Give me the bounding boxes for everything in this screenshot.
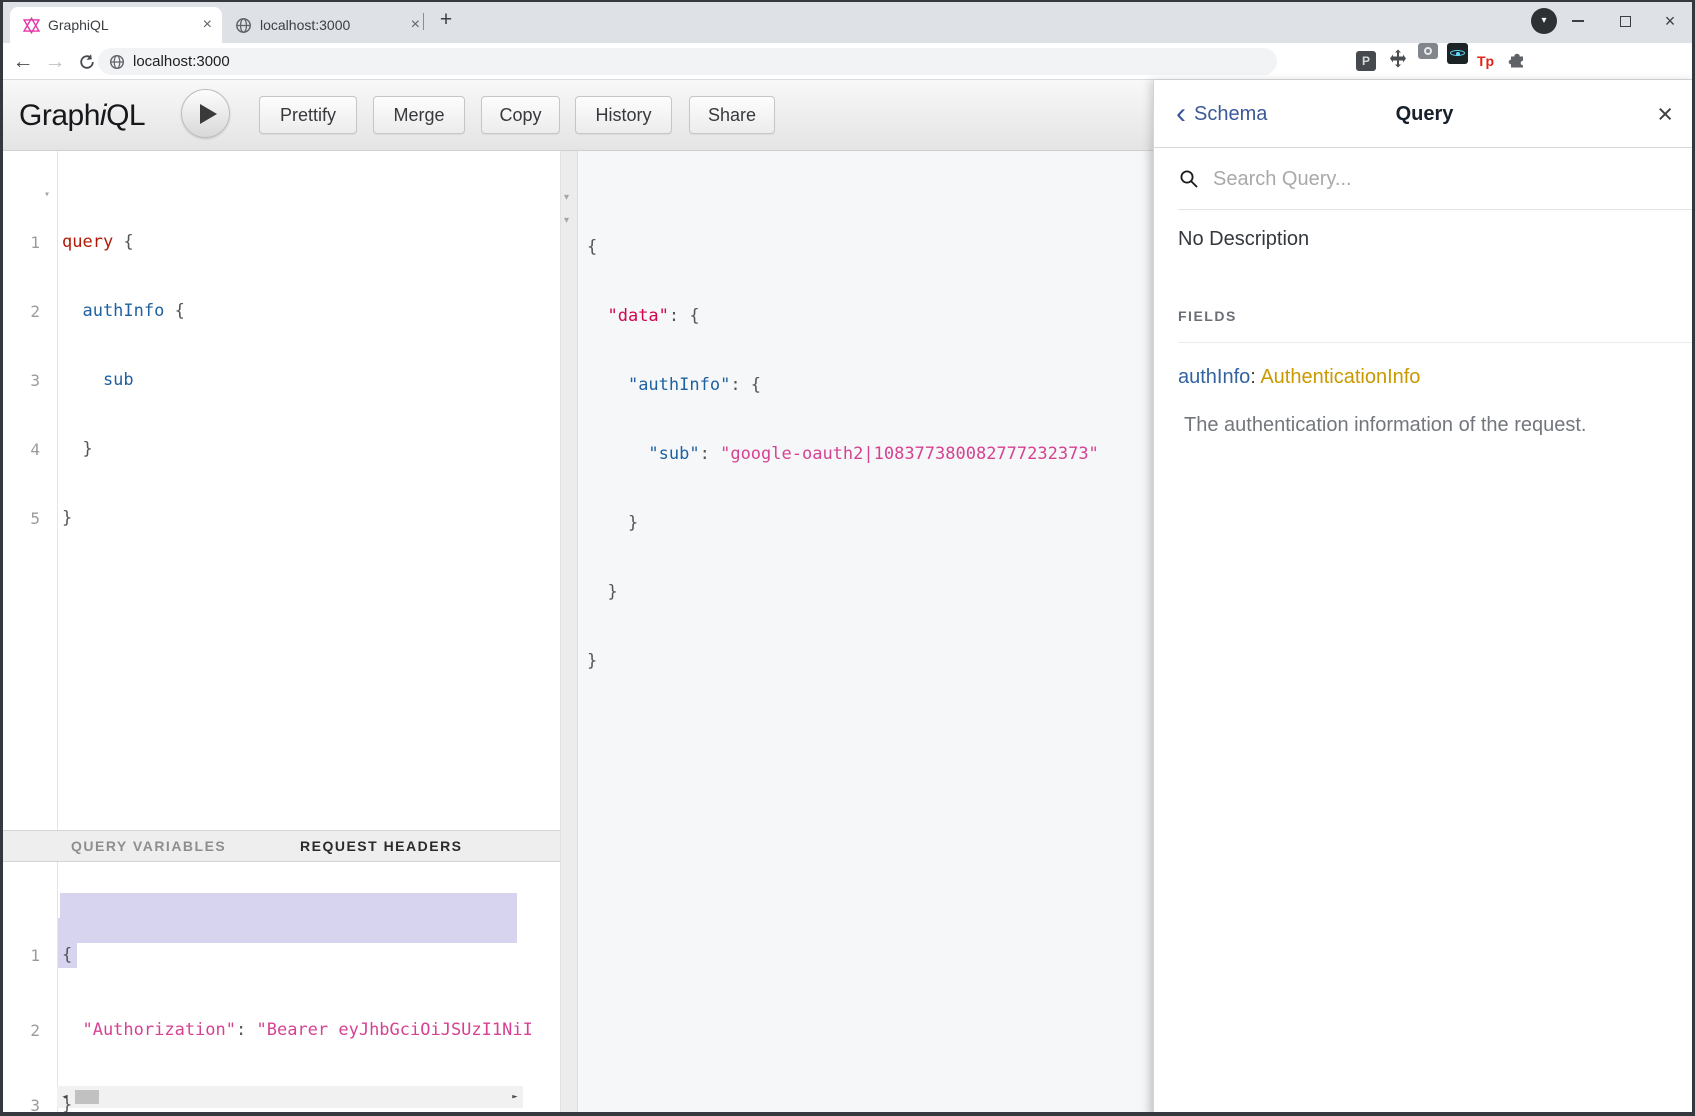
maximize-button[interactable] bbox=[1603, 0, 1647, 42]
line-numbers: 1 2 3 bbox=[0, 862, 57, 1116]
query-code[interactable]: query { authInfo { sub } } bbox=[62, 185, 185, 576]
back-button[interactable]: ← bbox=[8, 43, 38, 80]
window-frame-bottom bbox=[0, 1112, 1695, 1116]
result-json: { "data": { "authInfo": { "sub": "google… bbox=[587, 190, 1099, 719]
field-type-link[interactable]: AuthenticationInfo bbox=[1260, 366, 1420, 388]
field-name-link[interactable]: authInfo bbox=[1178, 366, 1250, 388]
globe-icon bbox=[235, 17, 252, 34]
tab-close-icon[interactable]: × bbox=[411, 17, 420, 33]
reload-icon bbox=[78, 53, 96, 71]
line-numbers: 1 2 3 4 5 bbox=[0, 151, 57, 576]
window-frame-top bbox=[0, 0, 1695, 2]
prettify-button[interactable]: Prettify bbox=[259, 96, 357, 134]
doc-no-description: No Description bbox=[1178, 228, 1309, 251]
tp-extension-icon[interactable]: Tp bbox=[1477, 53, 1494, 69]
window-frame-left bbox=[0, 0, 3, 1116]
tab-query-variables[interactable]: QUERY VARIABLES bbox=[71, 831, 226, 861]
tab-title: localhost:3000 bbox=[260, 17, 401, 33]
close-icon: × bbox=[1665, 12, 1676, 30]
url-text: localhost:3000 bbox=[133, 53, 230, 70]
browser-window: GraphiQL × localhost:3000 × + ▾ × ← → bbox=[0, 0, 1695, 1116]
doc-close-button[interactable]: × bbox=[1657, 80, 1673, 148]
tab-graphiql[interactable]: GraphiQL × bbox=[10, 7, 222, 43]
move-icon bbox=[1388, 49, 1408, 69]
doc-explorer: ‹ Schema Query × No Description FIELDS a… bbox=[1153, 80, 1695, 1116]
fold-arrow-icon[interactable]: ▾ bbox=[564, 192, 569, 203]
graphql-logo-icon bbox=[23, 17, 40, 34]
doc-field-description: The authentication information of the re… bbox=[1184, 414, 1586, 437]
close-button[interactable]: × bbox=[1648, 0, 1692, 42]
doc-explorer-header: ‹ Schema Query × bbox=[1154, 80, 1695, 148]
copy-button[interactable]: Copy bbox=[481, 96, 560, 134]
tab-close-icon[interactable]: × bbox=[203, 17, 212, 33]
pane-resize-divider[interactable]: ▾ ▾ bbox=[560, 151, 578, 1116]
request-headers-editor[interactable]: 1 2 3 { "Authorization": "Bearer eyJhbGc… bbox=[0, 862, 560, 1116]
screenshot-extension-icon[interactable] bbox=[1418, 43, 1438, 59]
tab-search-button[interactable]: ▾ bbox=[1531, 8, 1557, 34]
result-viewer[interactable]: { "data": { "authInfo": { "sub": "google… bbox=[578, 151, 1153, 1116]
tab-localhost[interactable]: localhost:3000 × bbox=[222, 7, 430, 43]
tab-divider bbox=[423, 13, 424, 30]
tab-strip: GraphiQL × localhost:3000 × + ▾ × bbox=[0, 0, 1695, 43]
gutter-divider bbox=[57, 151, 58, 830]
merge-button[interactable]: Merge bbox=[373, 96, 465, 134]
doc-fields-heading: FIELDS bbox=[1178, 308, 1237, 324]
react-devtools-extension-icon[interactable] bbox=[1447, 43, 1468, 64]
doc-search-input[interactable] bbox=[1211, 162, 1631, 196]
atom-core-icon bbox=[1456, 52, 1460, 56]
query-editor[interactable]: 1 2 3 4 5 ▾ query { authInfo { sub } } bbox=[0, 151, 560, 830]
share-button[interactable]: Share bbox=[689, 96, 775, 134]
tab-title: GraphiQL bbox=[48, 17, 193, 33]
extensions-puzzle-icon[interactable] bbox=[1507, 49, 1527, 74]
fold-arrow-icon[interactable]: ▾ bbox=[44, 189, 50, 200]
address-bar[interactable]: localhost:3000 bbox=[98, 48, 1277, 75]
field-separator: : bbox=[1250, 366, 1260, 388]
forward-button[interactable]: → bbox=[40, 43, 70, 80]
tab-request-headers[interactable]: REQUEST HEADERS bbox=[300, 831, 463, 861]
logo-text: Graph bbox=[19, 99, 100, 133]
puzzle-icon bbox=[1507, 49, 1527, 69]
p-extension-icon[interactable]: P bbox=[1356, 51, 1376, 71]
graphiql-logo: GraphiQL bbox=[19, 80, 145, 151]
execute-query-button[interactable] bbox=[181, 89, 230, 138]
graphiql-app: GraphiQL Prettify Merge Copy History Sha… bbox=[0, 80, 1695, 1116]
editor-column: 1 2 3 4 5 ▾ query { authInfo { sub } } bbox=[0, 151, 560, 1116]
play-icon bbox=[200, 104, 217, 124]
doc-field-row: authInfo: AuthenticationInfo bbox=[1178, 366, 1420, 389]
minimize-button[interactable] bbox=[1556, 0, 1600, 42]
maximize-icon bbox=[1620, 16, 1631, 27]
logo-text: QL bbox=[106, 99, 145, 133]
minimize-icon bbox=[1572, 20, 1584, 22]
camera-lens-icon bbox=[1424, 47, 1432, 55]
secondary-editor-tabs: QUERY VARIABLES REQUEST HEADERS bbox=[0, 830, 560, 862]
history-button[interactable]: History bbox=[575, 96, 672, 134]
text-selection bbox=[60, 893, 517, 918]
fields-divider bbox=[1178, 342, 1695, 343]
globe-icon bbox=[109, 54, 125, 70]
move-tool-extension-icon[interactable] bbox=[1388, 49, 1408, 74]
text-selection bbox=[58, 918, 517, 943]
doc-title: Query bbox=[1154, 80, 1695, 148]
fold-arrow-icon[interactable]: ▾ bbox=[564, 215, 569, 226]
browser-toolbar: ← → localhost:3000 P Tp bbox=[0, 43, 1695, 80]
doc-search bbox=[1154, 148, 1695, 210]
search-underline bbox=[1178, 209, 1695, 210]
new-tab-button[interactable]: + bbox=[432, 6, 460, 34]
search-icon bbox=[1179, 169, 1199, 189]
graphiql-topbar: GraphiQL Prettify Merge Copy History Sha… bbox=[0, 80, 1153, 151]
